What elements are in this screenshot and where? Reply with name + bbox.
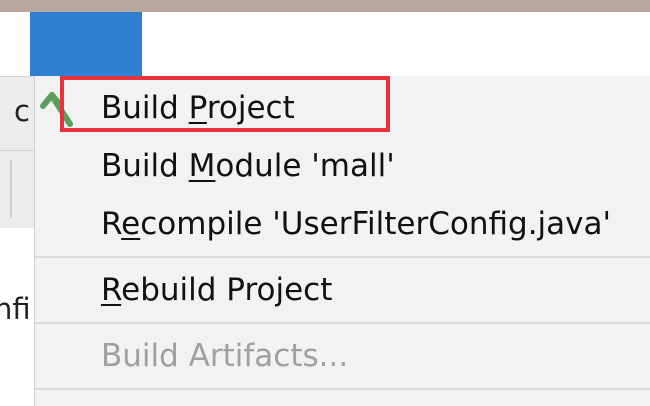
menu-separator: [35, 388, 650, 390]
menu-item-build-artifacts: Build Artifacts...: [101, 338, 349, 374]
menu-item-partial-left[interactable]: r: [0, 12, 72, 126]
background-divider: [0, 150, 36, 151]
menu-separator: [35, 256, 650, 258]
menu-build[interactable]: Build: [30, 12, 185, 126]
menu-separator: [35, 322, 650, 324]
background-text: c: [14, 94, 30, 128]
ide-window: r Build Run Tools VCS Window H c nfi Bui…: [0, 0, 650, 406]
menu-window[interactable]: Window: [476, 12, 650, 126]
menu-item-recompile[interactable]: Recompile 'UserFilterConfig.java': [101, 204, 611, 244]
background-divider: [10, 160, 12, 218]
menu-item-rebuild-project[interactable]: Rebuild Project: [101, 270, 332, 310]
title-strip: [0, 0, 650, 12]
menu-item-partial-right[interactable]: H: [638, 12, 650, 76]
highlight-box: [60, 76, 390, 132]
menu-bar: r Build Run Tools VCS Window H: [0, 12, 650, 126]
background-text: nfi: [0, 292, 31, 326]
menu-tools[interactable]: Tools: [256, 12, 391, 126]
menu-item-build-module[interactable]: Build Module 'mall': [101, 146, 395, 186]
